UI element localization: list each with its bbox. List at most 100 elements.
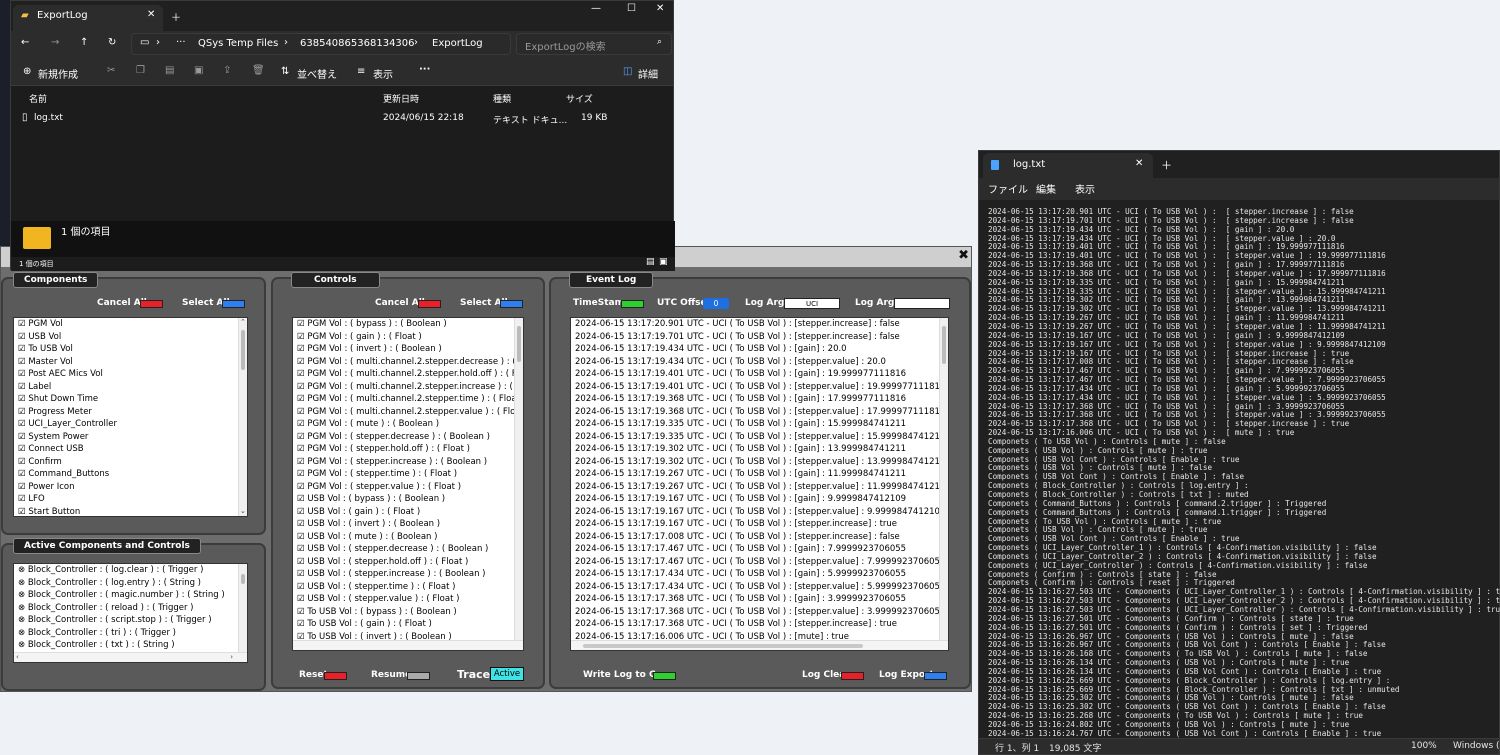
control-list-item[interactable]: ☑ USB Vol : ( mute ) : ( Boolean ) xyxy=(293,531,523,544)
control-list-item[interactable]: ☑ PGM Vol : ( gain ) : ( Float ) xyxy=(293,331,523,344)
view-button[interactable]: 表示 xyxy=(373,66,393,81)
more-path-icon[interactable]: ··· xyxy=(176,37,186,48)
column-date[interactable]: 更新日時 xyxy=(383,92,419,105)
control-list-item[interactable]: ☑ USB Vol : ( gain ) : ( Float ) xyxy=(293,506,523,519)
active-control-list-item[interactable]: ⊗ Block_Controller : ( magic.number ) : … xyxy=(14,589,247,602)
active-control-list-item[interactable]: ⊗ Block_Controller : ( reload ) : ( Trig… xyxy=(14,602,247,615)
event-log-line[interactable]: 2024-06-15 13:17:19.167 UTC - UCI ( To U… xyxy=(571,506,948,519)
component-list-item[interactable]: ☑ LFO xyxy=(14,493,247,506)
controls-list[interactable]: ☑ PGM Vol : ( bypass ) : ( Boolean ) ☑ PG… xyxy=(292,317,524,651)
active-control-list-item[interactable]: ⊗ Block_Controller : ( script.stop ) : (… xyxy=(14,614,247,627)
components-list[interactable]: ☑ PGM Vol ☑ USB Vol ☑ To USB Vol ☑ Master V… xyxy=(13,317,248,517)
component-list-item[interactable]: ☑ Command_Buttons xyxy=(14,468,247,481)
forward-icon[interactable]: → xyxy=(51,37,59,48)
control-list-item[interactable]: ☑ PGM Vol : ( multi.channel.2.stepper.in… xyxy=(293,381,523,394)
component-list-item[interactable]: ☑ PGM Vol xyxy=(14,318,247,331)
notepad-text-area[interactable]: 2024-06-15 13:17:20.901 UTC - UCI ( To U… xyxy=(979,203,1500,741)
control-list-item[interactable]: ☑ PGM Vol : ( bypass ) : ( Boolean ) xyxy=(293,318,523,331)
column-type[interactable]: 種類 xyxy=(493,92,511,105)
scroll-left-icon[interactable]: ‹ xyxy=(16,653,19,661)
components-cancel-all-button[interactable] xyxy=(140,300,163,308)
event-log-line[interactable]: 2024-06-15 13:17:17.467 UTC - UCI ( To U… xyxy=(571,556,948,569)
zoom-level[interactable]: 100% xyxy=(1411,741,1437,751)
tiles-view-icon[interactable]: ▣ xyxy=(659,257,668,267)
event-log-line[interactable]: 2024-06-15 13:17:19.368 UTC - UCI ( To U… xyxy=(571,406,948,419)
component-list-item[interactable]: ☑ To USB Vol xyxy=(14,343,247,356)
active-control-list-item[interactable]: ⊗ Block_Controller : ( txt ) : ( String … xyxy=(14,639,247,652)
control-list-item[interactable]: ☑ PGM Vol : ( stepper.decrease ) : ( Boo… xyxy=(293,431,523,444)
control-list-item[interactable]: ☑ PGM Vol : ( invert ) : ( Boolean ) xyxy=(293,343,523,356)
component-list-item[interactable]: ☑ Start Button xyxy=(14,506,247,517)
line-ending[interactable]: Windows ( xyxy=(1453,741,1500,751)
event-log-line[interactable]: 2024-06-15 13:17:19.335 UTC - UCI ( To U… xyxy=(571,431,948,444)
event-log-line[interactable]: 2024-06-15 13:17:19.267 UTC - UCI ( To U… xyxy=(571,468,948,481)
event-log-line[interactable]: 2024-06-15 13:17:19.401 UTC - UCI ( To U… xyxy=(571,368,948,381)
control-list-item[interactable]: ☑ To USB Vol : ( gain ) : ( Float ) xyxy=(293,618,523,631)
component-list-item[interactable]: ☑ Master Vol xyxy=(14,356,247,369)
event-log-line[interactable]: 2024-06-15 13:17:19.434 UTC - UCI ( To U… xyxy=(571,343,948,356)
event-log-line[interactable]: 2024-06-15 13:17:19.368 UTC - UCI ( To U… xyxy=(571,393,948,406)
address-bar[interactable]: ▭ › ··· QSys Temp Files › 63854086536813… xyxy=(131,33,511,55)
component-list-item[interactable]: ☑ Connect USB xyxy=(14,443,247,456)
event-log-line[interactable]: 2024-06-15 13:17:17.368 UTC - UCI ( To U… xyxy=(571,618,948,631)
scroll-up-icon[interactable]: ⌃ xyxy=(240,318,246,326)
explorer-tab[interactable]: ▰ ExportLog ✕ xyxy=(13,5,163,31)
event-log-line[interactable]: 2024-06-15 13:17:19.701 UTC - UCI ( To U… xyxy=(571,331,948,344)
controls-select-all-button[interactable] xyxy=(500,300,523,308)
component-list-item[interactable]: ☑ Post AEC Mics Vol xyxy=(14,368,247,381)
up-icon[interactable]: ↑ xyxy=(80,37,88,48)
timestamp-toggle[interactable] xyxy=(621,300,644,308)
control-list-item[interactable]: ☑ PGM Vol : ( multi.channel.2.stepper.de… xyxy=(293,356,523,369)
scroll-down-icon[interactable]: ⌄ xyxy=(240,507,246,515)
control-list-item[interactable]: ☑ To USB Vol : ( bypass ) : ( Boolean ) xyxy=(293,606,523,619)
active-control-list-item[interactable]: ⊗ Block_Controller : ( log.clear ) : ( T… xyxy=(14,564,247,577)
controls-hscrollbar[interactable] xyxy=(293,640,523,650)
control-list-item[interactable]: ☑ USB Vol : ( stepper.value ) : ( Float … xyxy=(293,593,523,606)
event-log-line[interactable]: 2024-06-15 13:17:17.434 UTC - UCI ( To U… xyxy=(571,568,948,581)
copy-icon[interactable]: ❐ xyxy=(136,65,145,76)
control-list-item[interactable]: ☑ USB Vol : ( invert ) : ( Boolean ) xyxy=(293,518,523,531)
event-log-line[interactable]: 2024-06-15 13:17:19.434 UTC - UCI ( To U… xyxy=(571,356,948,369)
trace-active-toggle[interactable]: Active xyxy=(490,667,524,681)
event-log-line[interactable]: 2024-06-15 13:17:19.302 UTC - UCI ( To U… xyxy=(571,443,948,456)
new-tab-icon[interactable]: ＋ xyxy=(1161,157,1172,173)
minimize-icon[interactable]: — xyxy=(591,3,601,14)
active-components-hscrollbar[interactable]: ‹ › xyxy=(14,652,247,662)
delete-icon[interactable]: 🗑 xyxy=(252,65,265,76)
control-list-item[interactable]: ☑ USB Vol : ( stepper.time ) : ( Float ) xyxy=(293,581,523,594)
more-options-button[interactable]: ··· xyxy=(419,64,430,75)
components-scrollbar[interactable]: ⌃ ⌄ xyxy=(238,318,247,516)
controls-cancel-all-button[interactable] xyxy=(418,300,441,308)
control-list-item[interactable]: ☑ USB Vol : ( stepper.hold.off ) : ( Flo… xyxy=(293,556,523,569)
component-list-item[interactable]: ☑ UCI_Layer_Controller xyxy=(14,418,247,431)
event-log-line[interactable]: 2024-06-15 13:17:19.167 UTC - UCI ( To U… xyxy=(571,493,948,506)
reset-button[interactable] xyxy=(324,672,347,680)
event-log-list[interactable]: 2024-06-15 13:17:20.901 UTC - UCI ( To U… xyxy=(570,317,949,651)
path-segment-2[interactable]: 638540865368134306 xyxy=(300,38,415,49)
notepad-tab[interactable]: log.txt ✕ xyxy=(983,153,1153,178)
control-list-item[interactable]: ☑ PGM Vol : ( multi.channel.2.stepper.ho… xyxy=(293,368,523,381)
components-select-all-button[interactable] xyxy=(222,300,245,308)
column-size[interactable]: サイズ xyxy=(566,92,593,105)
resume-button[interactable] xyxy=(407,672,430,680)
component-list-item[interactable]: ☑ Progress Meter xyxy=(14,406,247,419)
window-close-icon[interactable]: ✕ xyxy=(656,3,664,14)
event-log-vscrollbar[interactable] xyxy=(939,318,948,640)
control-list-item[interactable]: ☑ PGM Vol : ( multi.channel.2.stepper.ti… xyxy=(293,393,523,406)
new-button[interactable]: 新規作成 xyxy=(38,66,78,81)
details-view-icon[interactable]: ▤ xyxy=(646,257,655,267)
write-log-button[interactable] xyxy=(653,672,676,680)
close-icon[interactable]: ✖ xyxy=(958,248,969,263)
file-row[interactable]: ▯ log.txt 2024/06/15 22:18 テキスト ドキュ... 1… xyxy=(11,109,675,129)
menu-file[interactable]: ファイル xyxy=(988,181,1028,196)
control-list-item[interactable]: ☑ PGM Vol : ( stepper.value ) : ( Float … xyxy=(293,481,523,494)
event-log-line[interactable]: 2024-06-15 13:17:20.901 UTC - UCI ( To U… xyxy=(571,318,948,331)
log-export-button[interactable] xyxy=(924,672,947,680)
log-arg1-input[interactable]: UCI xyxy=(784,298,840,309)
control-list-item[interactable]: ☑ PGM Vol : ( stepper.hold.off ) : ( Flo… xyxy=(293,443,523,456)
event-log-line[interactable]: 2024-06-15 13:17:17.467 UTC - UCI ( To U… xyxy=(571,543,948,556)
component-list-item[interactable]: ☑ Confirm xyxy=(14,456,247,469)
component-list-item[interactable]: ☑ Label xyxy=(14,381,247,394)
tab-close-icon[interactable]: ✕ xyxy=(147,9,155,20)
maximize-icon[interactable]: ☐ xyxy=(627,3,636,14)
